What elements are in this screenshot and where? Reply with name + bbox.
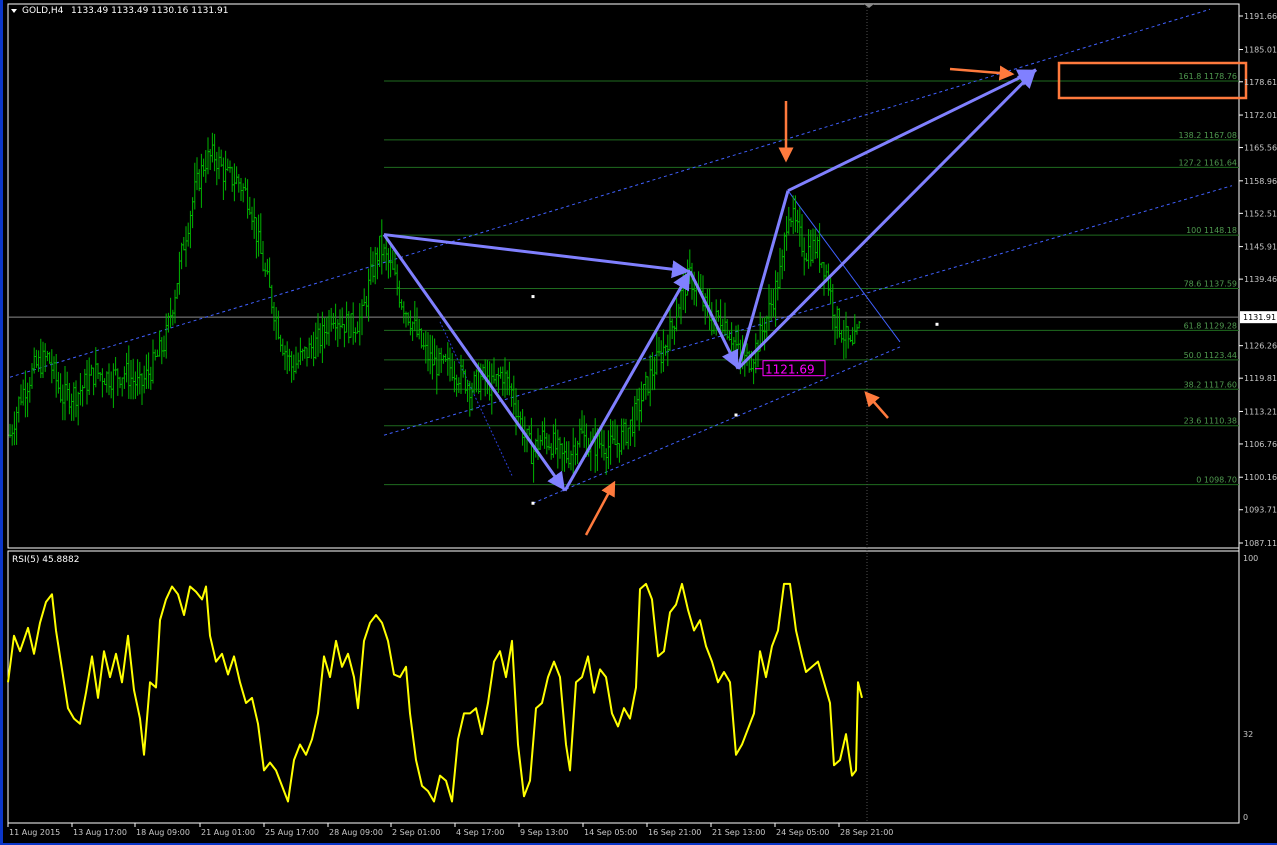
price-axis: 1191.66 1185.01 1178.61 1172.01 1165.56 1158.… [1239, 12, 1277, 548]
rsi-line [7, 582, 863, 803]
current-price-tag-text: 1131.91 [1243, 313, 1276, 322]
trading-chart[interactable]: 161.8 1178.76138.2 1167.08127.2 1161.641… [0, 0, 1277, 845]
rsi-tick-label: 100 [1243, 554, 1258, 563]
rsi-tick-label: 0 [1243, 813, 1248, 822]
price-tick-label: 1145.91 [1244, 243, 1277, 252]
channel-anchor-dot[interactable] [531, 501, 535, 505]
time-tick-label: 21 Sep 13:00 [712, 828, 765, 837]
fib-level-label: 100 1148.18 [1186, 226, 1237, 235]
price-tick-label: 1100.16 [1244, 473, 1277, 482]
fib-level-label: 38.2 1117.60 [1184, 380, 1237, 389]
ohlc-label: 1133.49 1133.49 1130.16 1131.91 [71, 6, 228, 16]
price-pane-frame [7, 3, 1240, 549]
price-tick-label: 1119.81 [1244, 374, 1277, 383]
fib-level-label: 161.8 1178.76 [1178, 72, 1237, 81]
time-tick-label: 2 Sep 01:00 [392, 828, 440, 837]
fib-level-label: 23.6 1110.38 [1184, 417, 1237, 426]
time-tick-label: 25 Aug 17:00 [265, 828, 319, 837]
price-tick-label: 1093.71 [1244, 506, 1277, 515]
fib-level-label: 0 1098.70 [1196, 476, 1237, 485]
price-tick-label: 1113.21 [1244, 407, 1277, 416]
time-tick-label: 11 Aug 2015 [9, 828, 60, 837]
channel-lower-line[interactable] [532, 346, 901, 504]
fib-level-label: 61.8 1129.28 [1184, 321, 1237, 330]
price-tick-label: 1087.11 [1244, 539, 1277, 548]
price-tick-label: 1172.01 [1244, 111, 1277, 120]
channel-lines[interactable] [9, 8, 1233, 505]
price-tick-label: 1191.66 [1244, 12, 1277, 21]
time-tick-label: 28 Sep 21:00 [840, 828, 893, 837]
price-tick-label: 1165.56 [1244, 144, 1277, 153]
price-tick-label: 1152.51 [1244, 209, 1277, 218]
fibonacci-levels[interactable]: 161.8 1178.76 138.2 1167.08 127.2 1161.64 1… [8, 4, 1239, 823]
time-tick-label: 9 Sep 13:00 [520, 828, 568, 837]
price-tick-label: 1178.61 [1244, 78, 1277, 87]
price-tick-label: 1158.96 [1244, 177, 1277, 186]
price-tick-label: 1126.26 [1244, 342, 1277, 351]
time-tick-label: 14 Sep 05:00 [584, 828, 637, 837]
price-tick-label: 1106.76 [1244, 440, 1277, 449]
rsi-label: RSI(5) 45.8882 [12, 555, 79, 565]
price-label-text: 1121.69 [765, 363, 815, 377]
time-tick-label: 4 Sep 17:00 [456, 828, 504, 837]
scroll-marker-icon [864, 4, 874, 8]
orange-arrow[interactable] [864, 391, 889, 419]
pattern-leg[interactable] [563, 270, 692, 492]
time-tick-label: 13 Aug 17:00 [73, 828, 127, 837]
rsi-indicator: 100 32 0 [7, 554, 1258, 822]
time-axis: 11 Aug 2015 13 Aug 17:00 18 Aug 09:00 21 Au… [7, 823, 893, 837]
fib-level-label: 127.2 1161.64 [1178, 158, 1237, 167]
rsi-pane-frame [7, 550, 1240, 824]
downtrend-line[interactable] [787, 190, 901, 343]
price-tick-label: 1139.46 [1244, 275, 1277, 284]
channel-anchor-dot[interactable] [734, 413, 738, 417]
fib-level-label: 50.0 1123.44 [1184, 351, 1237, 360]
orange-arrow[interactable] [584, 480, 616, 536]
pattern-extension-line[interactable] [787, 68, 1037, 193]
rsi-tick-label: 32 [1243, 730, 1253, 739]
orange-arrow[interactable] [949, 65, 1015, 81]
price-tick-label: 1185.01 [1244, 46, 1277, 55]
time-tick-label: 18 Aug 09:00 [136, 828, 190, 837]
time-tick-label: 28 Aug 09:00 [329, 828, 383, 837]
time-tick-label: 21 Aug 01:00 [201, 828, 255, 837]
channel-anchor-dot[interactable] [531, 295, 535, 299]
pattern-leg[interactable] [688, 270, 740, 370]
pattern-xb-line[interactable] [383, 233, 691, 279]
fib-level-label: 138.2 1167.08 [1178, 131, 1237, 140]
symbol-label: GOLD,H4 [22, 6, 64, 16]
chart-menu-triangle-icon[interactable] [11, 9, 17, 13]
time-tick-label: 16 Sep 21:00 [648, 828, 701, 837]
channel-anchor-dot[interactable] [935, 322, 939, 326]
time-tick-label: 24 Sep 05:00 [776, 828, 829, 837]
channel-upper-line[interactable] [9, 8, 1211, 378]
fib-level-label: 78.6 1137.59 [1184, 280, 1237, 289]
pattern-leg[interactable] [382, 233, 567, 492]
